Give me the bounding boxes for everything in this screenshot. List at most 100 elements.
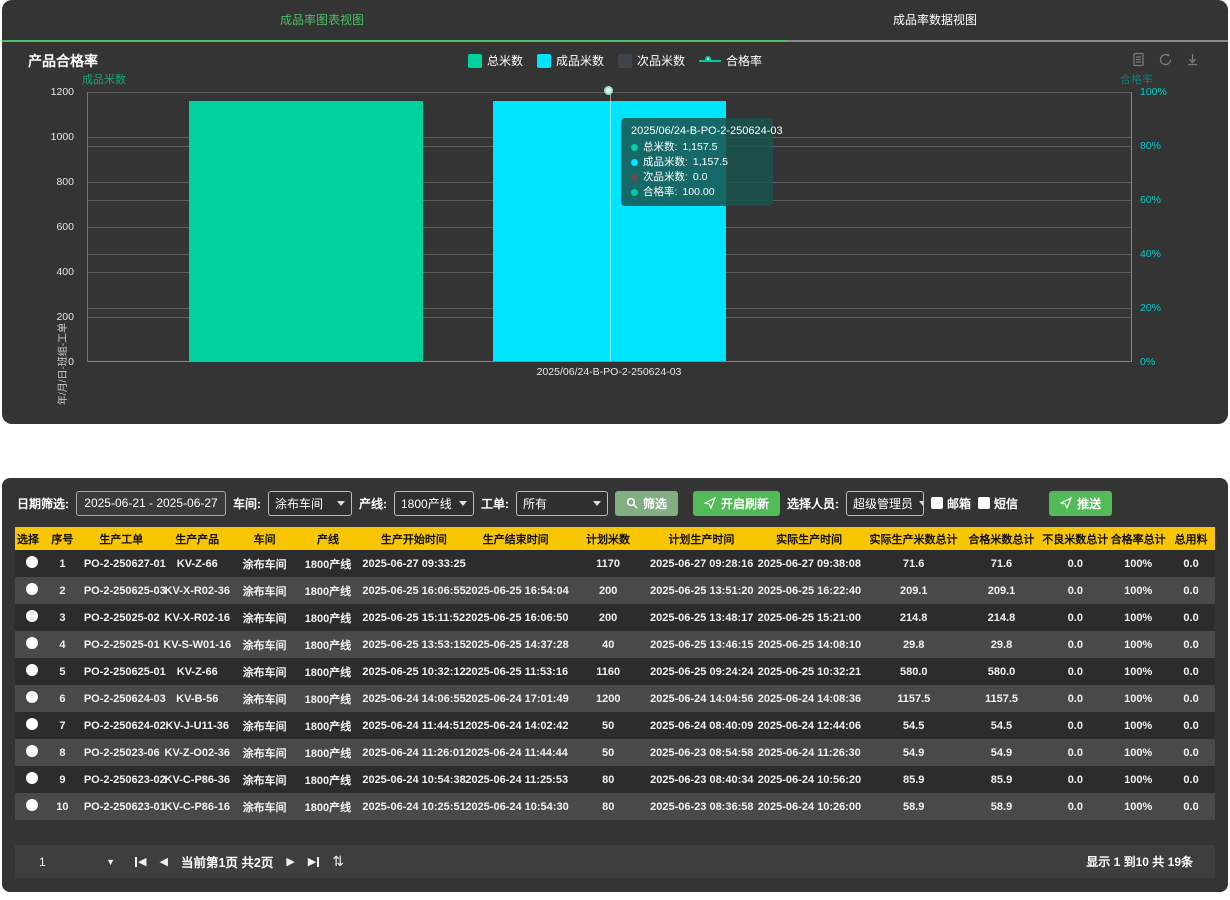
legend-item-total-meters[interactable]: 总米数 — [468, 52, 523, 69]
column-header: 实际生产时间 — [753, 531, 866, 547]
cell-actual-meters-total: 58.9 — [866, 801, 962, 813]
cell-actual-time: 2025-06-24 11:26:30 — [753, 747, 866, 759]
cell-workshop: 涂布车间 — [236, 718, 294, 734]
select-cell — [15, 745, 41, 760]
cell-end-time: 2025-06-24 11:44:44 — [465, 747, 566, 759]
cell-actual-time: 2025-06-24 12:44:06 — [753, 720, 866, 732]
row-radio[interactable] — [26, 664, 38, 676]
row-radio[interactable] — [26, 610, 38, 622]
y-axis-tick-label: 0% — [1140, 356, 1155, 368]
sms-checkbox[interactable] — [978, 497, 990, 509]
row-radio[interactable] — [26, 583, 38, 595]
prev-page-button[interactable]: ◀ — [159, 855, 167, 868]
y-axis-tick-label: 80% — [1140, 140, 1161, 152]
page-number-select[interactable]: 1 ▼ — [33, 851, 121, 873]
table-header-row: 选择序号生产工单生产产品车间产线生产开始时间生产结束时间计划米数计划生产时间实际… — [15, 527, 1215, 550]
tooltip-dot-green — [631, 144, 638, 151]
row-radio[interactable] — [26, 718, 38, 730]
cell-defect-total: 0.0 — [1041, 720, 1109, 732]
legend-item-defect-meters[interactable]: 次品米数 — [618, 52, 685, 69]
cell-actual-time: 2025-06-27 09:38:08 — [753, 558, 866, 570]
email-checkbox[interactable] — [931, 497, 943, 509]
chevron-down-icon — [459, 501, 467, 510]
y-axis-tick-label: 100% — [1140, 86, 1167, 98]
table-row[interactable]: 2 PO-2-250625-03 KV-X-R02-36 涂布车间 1800产线… — [15, 577, 1215, 604]
column-header: 计划米数 — [566, 531, 650, 547]
table-row[interactable]: 1 PO-2-250627-01 KV-Z-66 涂布车间 1800产线 202… — [15, 550, 1215, 577]
cell-line: 1800产线 — [294, 583, 363, 599]
tab-yield-data-view[interactable]: 成品率数据视图 — [642, 0, 1228, 40]
bar-total-meters[interactable] — [189, 101, 423, 361]
cell-plan-meters: 50 — [566, 720, 650, 732]
cell-material-total: 0.0 — [1167, 639, 1215, 651]
workshop-label: 车间: — [233, 495, 261, 512]
last-page-button[interactable]: ▶ — [308, 855, 319, 868]
cell-actual-time: 2025-06-25 16:22:40 — [753, 585, 866, 597]
table-row[interactable]: 8 PO-2-25023-06 KV-Z-O02-36 涂布车间 1800产线 … — [15, 739, 1215, 766]
cell-end-time: 2025-06-25 16:06:50 — [465, 612, 566, 624]
pass-rate-point[interactable] — [604, 86, 613, 95]
cell-end-time: 2025-06-25 16:54:04 — [465, 585, 566, 597]
cell-actual-meters-total: 214.8 — [866, 612, 962, 624]
filter-button[interactable]: 筛选 — [615, 491, 678, 516]
column-header: 合格率总计 — [1109, 531, 1167, 547]
table-row[interactable]: 9 PO-2-250623-02 KV-C-P86-36 涂布车间 1800产线… — [15, 766, 1215, 793]
cell-seq: 4 — [41, 639, 84, 651]
pager-buttons: ◀ ◀ 当前第1页 共2页 ▶ ▶ ⇅ — [135, 852, 344, 871]
tab-yield-chart-view[interactable]: 成品率图表视图 — [2, 0, 642, 40]
table-row[interactable]: 3 PO-2-25025-02 KV-X-R02-16 涂布车间 1800产线 … — [15, 604, 1215, 631]
cell-product: KV-Z-66 — [159, 558, 236, 570]
line-select[interactable]: 1800产线 — [394, 491, 474, 516]
cell-qualified-total: 54.9 — [962, 747, 1042, 759]
table-row[interactable]: 4 PO-2-25025-01 KV-S-W01-16 涂布车间 1800产线 … — [15, 631, 1215, 658]
cell-product: KV-Z-O02-36 — [159, 747, 236, 759]
row-radio[interactable] — [26, 691, 38, 703]
select-cell — [15, 664, 41, 679]
tooltip-row: 总米数1,157.5 — [631, 140, 763, 155]
legend-item-pass-rate[interactable]: 合格率 — [699, 52, 762, 69]
table-row[interactable]: 7 PO-2-250624-02 KV-J-U11-36 涂布车间 1800产线… — [15, 712, 1215, 739]
reload-table-icon[interactable]: ⇅ — [332, 853, 344, 870]
date-range-input[interactable]: 2025-06-21 - 2025-06-27 — [76, 491, 226, 516]
x-axis-category-label: 2025/06/24-B-PO-2-250624-03 — [452, 366, 766, 378]
table-row[interactable]: 10 PO-2-250623-01 KV-C-P86-16 涂布车间 1800产… — [15, 793, 1215, 820]
first-page-button[interactable]: ◀ — [135, 855, 146, 868]
cell-material-total: 0.0 — [1167, 666, 1215, 678]
row-radio[interactable] — [26, 556, 38, 568]
cell-qualified-total: 1157.5 — [962, 693, 1042, 705]
row-radio[interactable] — [26, 745, 38, 757]
row-radio[interactable] — [26, 637, 38, 649]
legend-item-finished-meters[interactable]: 成品米数 — [537, 52, 604, 69]
email-checkbox-wrap: 邮箱 — [931, 495, 971, 512]
cell-plan-meters: 80 — [566, 774, 650, 786]
column-header: 实际生产米数总计 — [866, 531, 962, 547]
row-radio[interactable] — [26, 799, 38, 811]
person-select[interactable]: 超级管理员 — [846, 491, 924, 516]
select-cell — [15, 691, 41, 706]
table-row[interactable]: 5 PO-2-250625-01 KV-Z-66 涂布车间 1800产线 202… — [15, 658, 1215, 685]
cell-workshop: 涂布车间 — [236, 691, 294, 707]
cell-workshop: 涂布车间 — [236, 799, 294, 815]
cell-actual-meters-total: 580.0 — [866, 666, 962, 678]
cell-plan-meters: 40 — [566, 639, 650, 651]
cell-product: KV-X-R02-36 — [159, 585, 236, 597]
legend-label: 成品米数 — [556, 52, 604, 69]
table-row[interactable]: 6 PO-2-250624-03 KV-B-56 涂布车间 1800产线 202… — [15, 685, 1215, 712]
active-tab-indicator — [2, 40, 787, 42]
chart-panel: 成品率图表视图 成品率数据视图 产品合格率 总米数 成品米数 次品米数 — [2, 0, 1228, 424]
y-axis-tick-label: 0 — [68, 356, 74, 368]
cell-seq: 3 — [41, 612, 84, 624]
order-select[interactable]: 所有 — [516, 491, 608, 516]
refresh-icon[interactable] — [1158, 52, 1173, 67]
data-view-icon[interactable] — [1131, 52, 1146, 67]
push-button[interactable]: 推送 — [1049, 491, 1112, 516]
start-refresh-button[interactable]: 开启刷新 — [693, 491, 780, 516]
select-cell — [15, 718, 41, 733]
row-radio[interactable] — [26, 772, 38, 784]
cell-product: KV-X-R02-16 — [159, 612, 236, 624]
next-page-button[interactable]: ▶ — [286, 855, 294, 868]
cell-order: PO-2-250625-01 — [84, 666, 159, 678]
workshop-select[interactable]: 涂布车间 — [268, 491, 352, 516]
download-icon[interactable] — [1185, 52, 1200, 67]
cell-workshop: 涂布车间 — [236, 745, 294, 761]
